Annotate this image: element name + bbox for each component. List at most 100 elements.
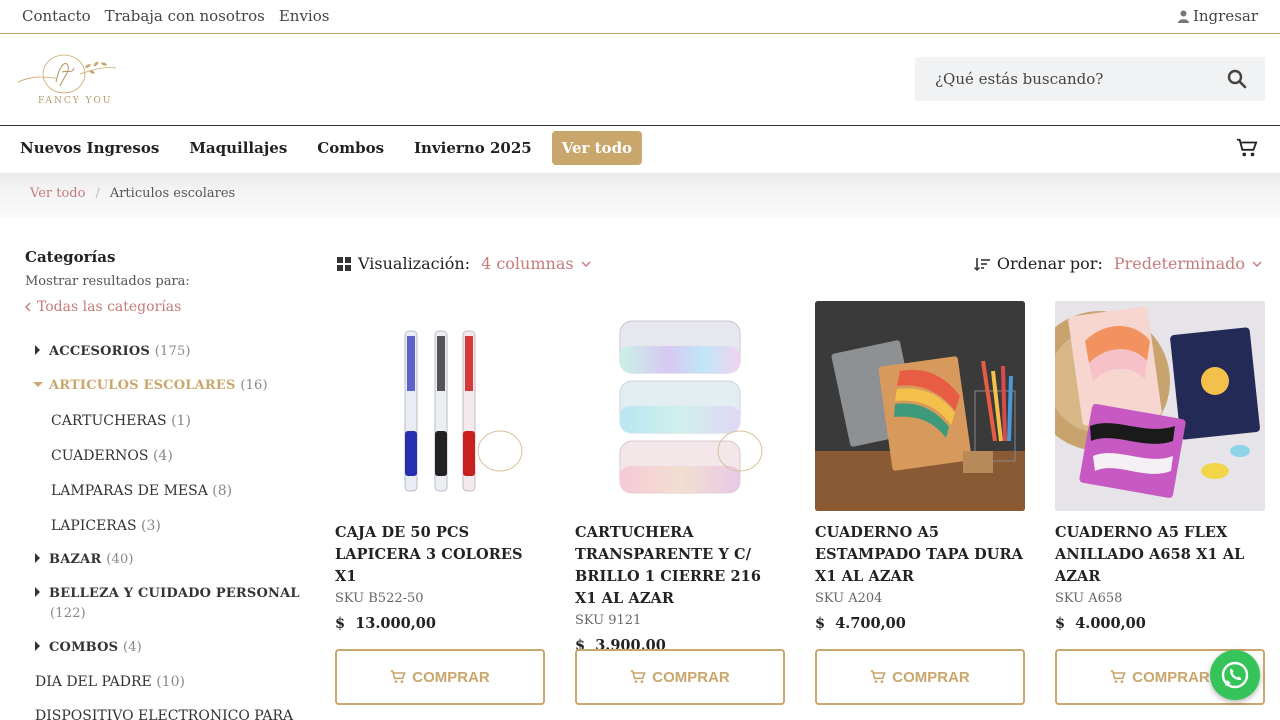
category-count: (3) [140,518,161,534]
category-count: (40) [106,552,134,567]
product-image[interactable] [815,301,1025,511]
product-image[interactable] [1055,301,1265,511]
buy-label: COMPRAR [1132,668,1210,686]
product-sku: SKU A658 [1055,591,1123,606]
buy-button[interactable]: COMPRAR [815,649,1025,705]
product-name[interactable]: CUADERNO A5 ESTAMPADO TAPA DURA X1 AL AZ… [815,522,1025,588]
breadcrumb-root[interactable]: Ver todo [30,186,85,201]
careers-link[interactable]: Trabaja con nosotros [105,7,265,25]
user-icon [1177,10,1189,23]
search-icon[interactable] [1227,69,1247,89]
category-belleza[interactable]: BELLEZA Y CUIDADO PERSONAL [35,586,300,601]
cart-icon [630,670,647,683]
subcategory-lamparas[interactable]: LAMPARAS DE MESA (8) [51,483,232,499]
category-label: LAPICERAS [51,518,137,534]
product-name[interactable]: CARTUCHERA TRANSPARENTE Y C/ BRILLO 1 CI… [575,522,785,610]
price-currency: $ [1055,615,1066,632]
product-name[interactable]: CUADERNO A5 FLEX ANILLADO A658 X1 AL AZA… [1055,522,1265,588]
buy-label: COMPRAR [412,668,490,686]
price-currency: $ [815,615,826,632]
notebook-image [815,301,1025,511]
sort-selector[interactable]: Ordenar por: Predeterminado [973,254,1262,273]
subcategory-cuadernos[interactable]: CUADERNOS (4) [51,448,173,464]
contact-link[interactable]: Contacto [22,7,91,25]
product-image[interactable] [335,301,545,511]
caret-down-icon [33,382,43,387]
product-card: CUADERNO A5 FLEX ANILLADO A658 X1 AL AZA… [1055,301,1265,632]
sort-label: Ordenar por: [996,254,1103,273]
category-sidebar: Categorías Mostrar resultados para: Toda… [25,248,295,315]
view-label: Visualización: [358,254,471,273]
product-image[interactable] [575,301,785,511]
shipping-link[interactable]: Envios [279,7,330,25]
brand-logo[interactable]: FANCY YOU [16,52,120,110]
product-sku: SKU A204 [815,591,883,606]
category-label: LAMPARAS DE MESA [51,483,208,499]
all-categories-label: Todas las categorías [37,299,182,315]
cart-icon [390,670,407,683]
login-link[interactable]: Ingresar [1177,7,1258,25]
login-label: Ingresar [1192,7,1258,25]
nav-item-ver-todo[interactable]: Ver todo [551,131,643,165]
price-value: 13.000,00 [355,615,436,632]
product-card: CAJA DE 50 PCS LAPICERA 3 COLORES X1 SKU… [335,301,545,632]
search-input[interactable] [915,57,1215,101]
category-label: ACCESORIOS [49,344,150,359]
breadcrumb-trail: Ver todo / Articulos escolares [30,186,235,201]
cart-icon[interactable] [1236,137,1258,159]
sort-value: Predeterminado [1113,254,1245,273]
product-sku: SKU 9121 [575,613,642,628]
nav-item-combos[interactable]: Combos [317,131,384,165]
category-dispositivo[interactable]: DISPOSITIVO ELECTRONICO PARA [35,708,293,720]
buy-button[interactable]: COMPRAR [335,649,545,705]
grid-icon [337,256,351,271]
product-name[interactable]: CAJA DE 50 PCS LAPICERA 3 COLORES X1 [335,522,545,588]
top-bar: Contacto Trabaja con nosotros Envios Ing… [0,0,1280,34]
caret-right-icon [35,641,40,651]
category-count: (4) [152,448,173,464]
category-dia-del-padre[interactable]: DIA DEL PADRE (10) [35,674,185,690]
category-label: ARTICULOS ESCOLARES [49,378,236,393]
category-label: DIA DEL PADRE [35,674,152,690]
view-selector[interactable]: Visualización: 4 columnas [337,254,591,273]
price-value: 4.000,00 [1075,615,1146,632]
cart-icon [870,670,887,683]
whatsapp-icon [1221,661,1249,689]
top-links: Contacto Trabaja con nosotros Envios [22,7,329,25]
header: FANCY YOU [0,34,1280,126]
sort-icon [973,257,990,271]
whatsapp-button[interactable] [1210,650,1260,700]
category-label: BAZAR [49,552,102,567]
category-label: DISPOSITIVO ELECTRONICO PARA [35,708,294,720]
logo-text: FANCY YOU [38,96,113,106]
subcategory-lapiceras[interactable]: LAPICERAS (3) [51,518,161,534]
breadcrumb-current: Articulos escolares [109,186,236,201]
category-combos[interactable]: COMBOS (4) [35,640,142,655]
category-label: CUADERNOS [51,448,149,464]
nav-item-maquillajes[interactable]: Maquillajes [189,131,287,165]
category-count: (122) [50,606,86,621]
nav-item-nuevos-ingresos[interactable]: Nuevos Ingresos [20,131,159,165]
chevron-down-icon [1252,261,1262,267]
price-value: 4.700,00 [835,615,906,632]
category-count: (10) [156,674,185,690]
all-categories-link[interactable]: Todas las categorías [25,299,295,315]
search-box [915,57,1265,101]
nav-items: Nuevos Ingresos Maquillajes Combos Invie… [20,131,643,165]
subcategory-cartucheras[interactable]: CARTUCHERAS (1) [51,413,191,429]
buy-button[interactable]: COMPRAR [575,649,785,705]
pencil-case-image [619,320,763,494]
category-bazar[interactable]: BAZAR (40) [35,552,134,567]
product-price: $ 4.700,00 [815,615,1025,632]
category-count: (16) [240,378,268,393]
product-sku: SKU B522-50 [335,591,424,606]
sidebar-title: Categorías [25,248,116,266]
category-count: (4) [122,640,142,655]
main-nav: Nuevos Ingresos Maquillajes Combos Invie… [0,126,1280,173]
price-currency: $ [335,615,346,632]
category-articulos-escolares[interactable]: ARTICULOS ESCOLARES (16) [33,378,268,393]
product-price: $ 4.000,00 [1055,615,1265,632]
category-accesorios[interactable]: ACCESORIOS (175) [35,344,191,359]
flex-notebook-image [1055,301,1265,511]
nav-item-invierno[interactable]: Invierno 2025 [414,131,532,165]
